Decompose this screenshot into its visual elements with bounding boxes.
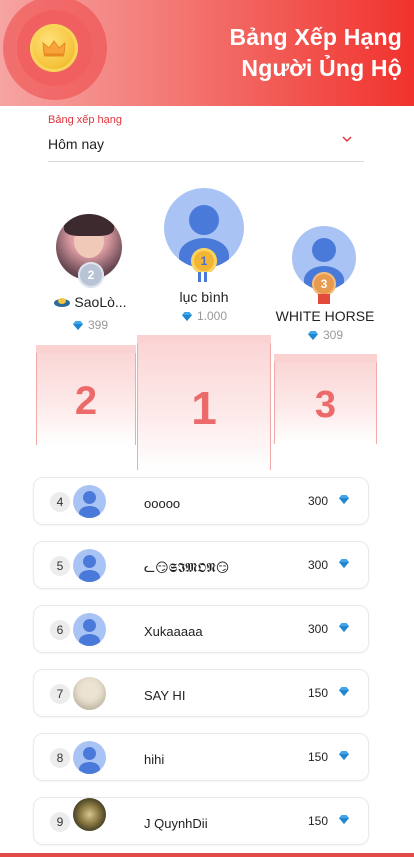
- podium-score: 399: [42, 318, 138, 332]
- avatar: [73, 741, 106, 774]
- diamond-icon: [339, 751, 349, 760]
- podium-block-number: 1: [191, 382, 217, 434]
- row-score: 300: [307, 622, 328, 636]
- bronze-medal-icon: 3: [312, 272, 336, 296]
- avatar: [73, 485, 106, 518]
- ranking-period-value[interactable]: Hôm nay: [48, 136, 104, 152]
- diamond-icon: [72, 320, 83, 330]
- header-banner: Bảng Xếp Hạng Người Ủng Hộ: [0, 0, 414, 106]
- row-name: J QuynhDii: [144, 816, 208, 831]
- podium-block-2: 2: [36, 353, 136, 445]
- podium-name: WHITE HORSE: [275, 308, 375, 324]
- row-name: SAY HI: [144, 688, 186, 703]
- podium-score: 309: [270, 328, 380, 342]
- podium-block-3: 3: [274, 362, 377, 444]
- ranking-period-label: Bảng xếp hạng: [48, 114, 123, 126]
- rank-badge: 4: [50, 492, 70, 512]
- row-name: ᓚ😏𝕾𝕴𝕸𝕺𝕹😏: [144, 560, 230, 575]
- leaderboard-row[interactable]: 7 SAY HI 150: [33, 669, 369, 717]
- gold-medal-icon: 1: [191, 248, 217, 274]
- page-title-line2: Người Ủng Hộ: [241, 55, 402, 81]
- avatar: [73, 677, 106, 710]
- leaderboard-row[interactable]: 6 Xukaaaaa 300: [33, 605, 369, 653]
- leaderboard-row[interactable]: 8 hihi 150: [33, 733, 369, 781]
- row-name: ooooo: [144, 496, 181, 511]
- rank-badge: 5: [50, 556, 70, 576]
- row-score: 300: [307, 558, 328, 572]
- row-name: Xukaaaaa: [144, 624, 203, 639]
- leaderboard-row[interactable]: 9 J QuynhDii 150: [33, 797, 369, 845]
- medal-ribbon: [198, 272, 210, 282]
- podium-score-value: 1.000: [196, 309, 228, 323]
- bottom-divider: [0, 853, 414, 857]
- vip-badge-icon: [54, 298, 71, 307]
- medal-rank-number: 1: [200, 254, 208, 268]
- avatar: [73, 549, 106, 582]
- diamond-icon: [339, 623, 349, 632]
- medal-rank-number: 3: [320, 277, 328, 291]
- diamond-icon: [339, 559, 349, 568]
- chevron-down-icon[interactable]: [342, 130, 352, 148]
- podium-score: 1.000: [154, 309, 254, 323]
- podium-block-number: 2: [74, 379, 98, 423]
- podium-score-value: 399: [87, 318, 109, 332]
- diamond-icon: [339, 495, 349, 504]
- podium-name: lục bình: [179, 289, 229, 305]
- leaderboard-row[interactable]: 4 ooooo 300: [33, 477, 369, 525]
- rank-badge: 6: [50, 620, 70, 640]
- rank-badge: 9: [50, 812, 70, 832]
- row-name: hihi: [144, 752, 165, 767]
- medal-ribbon: [318, 294, 330, 304]
- avatar: [73, 798, 106, 831]
- row-score: 150: [307, 686, 328, 700]
- row-score: 150: [307, 814, 328, 828]
- row-score: 150: [307, 750, 328, 764]
- page-title: Bảng Xếp Hạng Người Ủng Hộ: [229, 22, 402, 84]
- leaderboard-row[interactable]: 5 ᓚ😏𝕾𝕴𝕸𝕺𝕹😏 300: [33, 541, 369, 589]
- podium-name: SaoLò...: [74, 294, 127, 310]
- row-score: 300: [307, 494, 328, 508]
- podium-score-value: 309: [322, 328, 344, 342]
- medal-rank-number: 2: [87, 268, 95, 282]
- podium-block-1: 1: [137, 343, 271, 470]
- diamond-icon: [339, 687, 349, 696]
- page-title-line1: Bảng Xếp Hạng: [229, 24, 402, 50]
- rank-badge: 7: [50, 684, 70, 704]
- silver-medal-icon: 2: [78, 262, 104, 288]
- podium-block-number: 3: [314, 384, 337, 426]
- diamond-icon: [181, 311, 192, 321]
- diamond-icon: [307, 330, 318, 340]
- avatar: [73, 613, 106, 646]
- diamond-icon: [339, 815, 349, 824]
- crown-icon: [30, 24, 78, 72]
- rank-badge: 8: [50, 748, 70, 768]
- ranking-period-select[interactable]: Bảng xếp hạng Hôm nay: [48, 114, 364, 162]
